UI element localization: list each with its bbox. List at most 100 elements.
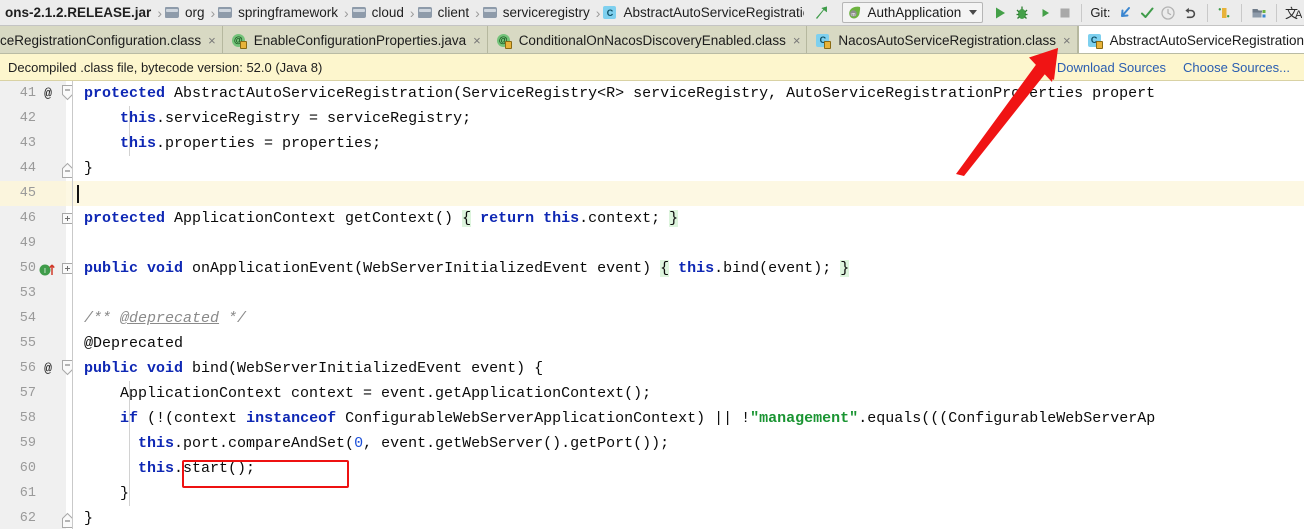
code-line[interactable]: 41 @ protected AbstractAutoServiceRegistra… xyxy=(0,81,1304,106)
close-icon[interactable]: × xyxy=(1063,34,1071,47)
code-text: @Deprecated xyxy=(84,335,184,352)
commit-button[interactable] xyxy=(1136,2,1158,24)
close-icon[interactable]: × xyxy=(793,34,801,47)
fold-region-line xyxy=(72,256,73,281)
text-caret xyxy=(77,185,79,203)
line-number: 59 xyxy=(19,436,36,451)
editor-tab-0[interactable]: ceRegistrationConfiguration.class × xyxy=(0,26,223,53)
code-line[interactable]: 58 if (!(context instanceof Configurable… xyxy=(0,406,1304,431)
code-line[interactable]: 50 Ipublic void onApplicationEvent(WebSer… xyxy=(0,256,1304,281)
stop-button[interactable] xyxy=(1054,2,1076,24)
code-text: } xyxy=(84,160,94,177)
code-line[interactable]: 56 @ public void bind(WebServerInitialized… xyxy=(0,356,1304,381)
code-text: protected ApplicationContext getContext(… xyxy=(84,210,679,227)
line-number: 54 xyxy=(19,311,36,326)
editor-tab-3[interactable]: C NacosAutoServiceRegistration.class × xyxy=(807,26,1078,53)
update-project-button[interactable] xyxy=(1115,2,1137,24)
code-line[interactable]: 57 ApplicationContext context = event.ge… xyxy=(0,381,1304,406)
implementing-method-icon[interactable]: I xyxy=(38,256,60,281)
code-line[interactable]: 45 xyxy=(0,181,1304,206)
bookmark-button[interactable] xyxy=(1214,2,1236,24)
project-structure-button[interactable] xyxy=(1248,2,1270,24)
code-text: /** @deprecated */ xyxy=(84,310,247,327)
debug-button[interactable] xyxy=(1011,2,1033,24)
code-line[interactable]: 62} xyxy=(0,506,1304,529)
breadcrumb-item-org[interactable]: org xyxy=(163,0,210,25)
run-configuration-label: AuthApplication xyxy=(867,5,962,20)
editor-tab-bar: ceRegistrationConfiguration.class × @ Enabl… xyxy=(0,26,1304,54)
code-line[interactable]: 55 @Deprecated xyxy=(0,331,1304,356)
line-number: 61 xyxy=(19,486,36,501)
fold-region-line xyxy=(72,456,73,481)
breadcrumb-item-abstractautoserviceregistration[interactable]: C AbstractAutoServiceRegistration xyxy=(601,0,805,25)
breadcrumb-item-serviceregistry[interactable]: serviceregistry xyxy=(481,0,595,25)
indent-guide xyxy=(129,481,130,506)
notification-link-0[interactable]: Download Sources xyxy=(1057,60,1166,75)
editor-tab-2[interactable]: @ ConditionalOnNacosDiscoveryEnabled.clas… xyxy=(487,26,808,53)
code-line[interactable]: 43 this .properties = properties; xyxy=(0,131,1304,156)
breadcrumb-item-springframework[interactable]: springframework xyxy=(216,0,343,25)
line-number: 60 xyxy=(19,461,36,476)
navigate-up-icon[interactable] xyxy=(813,3,833,23)
editor-tab-active[interactable]: CAbstractAutoServiceRegistration.class× xyxy=(1077,26,1304,53)
line-number: 41 xyxy=(19,86,36,101)
run-configuration-selector[interactable]: m AuthApplication xyxy=(842,2,984,23)
fold-region-line xyxy=(72,481,73,506)
line-number: 53 xyxy=(19,286,36,301)
line-number: 58 xyxy=(19,411,36,426)
code-line[interactable]: 46 protected ApplicationContext getContex… xyxy=(0,206,1304,231)
svg-text:I: I xyxy=(44,268,46,275)
code-line[interactable]: 61 } xyxy=(0,481,1304,506)
code-line[interactable]: 59 this .port.compareAndSet(0, event.getW… xyxy=(0,431,1304,456)
editor-tab-label: NacosAutoServiceRegistration.class xyxy=(838,32,1057,48)
breadcrumb-label: client xyxy=(437,5,470,20)
fold-region-line xyxy=(72,506,73,529)
run-with-coverage-button[interactable] xyxy=(1032,2,1054,24)
line-number: 44 xyxy=(19,161,36,176)
chevron-down-icon[interactable] xyxy=(969,10,978,15)
breadcrumb-separator: › xyxy=(409,4,415,21)
editor-tab-1[interactable]: @ EnableConfigurationProperties.java × xyxy=(222,26,488,53)
fold-region-line xyxy=(72,231,73,256)
breadcrumb-item-ons-2-1-2-release-jar[interactable]: ons-2.1.2.RELEASE.jar xyxy=(0,0,156,25)
close-icon[interactable]: × xyxy=(208,34,216,47)
code-editor[interactable]: 41 @ protected AbstractAutoServiceRegistra… xyxy=(0,81,1304,529)
fold-region-line xyxy=(72,206,73,231)
folder-icon xyxy=(482,7,497,18)
breadcrumb-label: AbstractAutoServiceRegistration xyxy=(623,5,805,20)
breadcrumb-item-cloud[interactable]: cloud xyxy=(350,0,409,25)
run-button[interactable] xyxy=(989,2,1011,24)
code-text: } xyxy=(84,510,94,527)
code-text: ApplicationContext context = event.getAp… xyxy=(84,385,652,402)
notification-link-1[interactable]: Choose Sources... xyxy=(1183,60,1290,75)
fold-region-line xyxy=(72,431,73,456)
code-line[interactable]: 44} xyxy=(0,156,1304,181)
editor-tab-label: AbstractAutoServiceRegistration.class xyxy=(1109,32,1304,48)
line-number: 43 xyxy=(19,136,36,151)
annotation-gutter-icon[interactable]: @ xyxy=(38,356,58,381)
fold-region-line xyxy=(72,381,73,406)
breadcrumb-label: cloud xyxy=(371,5,404,20)
fold-region-line xyxy=(72,281,73,306)
code-line[interactable]: 49 xyxy=(0,231,1304,256)
toolbar-divider-2 xyxy=(1206,3,1208,22)
breadcrumb-separator: › xyxy=(475,4,480,21)
fold-region-line xyxy=(72,181,73,206)
code-line[interactable]: 42 this .serviceRegistry = serviceRegistr… xyxy=(0,106,1304,131)
code-text: public void onApplicationEvent(WebServer… xyxy=(84,260,850,277)
translate-button[interactable]: 文 A xyxy=(1283,2,1304,24)
notification-actions: Download Sources Choose Sources... xyxy=(1057,60,1296,75)
close-icon[interactable]: × xyxy=(473,34,481,47)
git-label: Git: xyxy=(1090,5,1111,20)
breadcrumb-separator: › xyxy=(210,4,216,21)
code-line[interactable]: 54 /** @deprecated */ xyxy=(0,306,1304,331)
code-line[interactable]: 53 xyxy=(0,281,1304,306)
code-line[interactable]: 60 this .start(); xyxy=(0,456,1304,481)
annotation-gutter-icon[interactable]: @ xyxy=(38,81,58,106)
rollback-button[interactable] xyxy=(1179,2,1201,24)
decompiled-notification-bar: Decompiled .class file, bytecode version… xyxy=(0,54,1304,81)
spring-leaf-icon: m xyxy=(847,5,862,20)
breadcrumb-item-client[interactable]: client xyxy=(416,0,475,25)
fold-region-line xyxy=(72,306,73,331)
ide-window: ons-2.1.2.RELEASE.jar › org › springframewor… xyxy=(0,0,1304,532)
